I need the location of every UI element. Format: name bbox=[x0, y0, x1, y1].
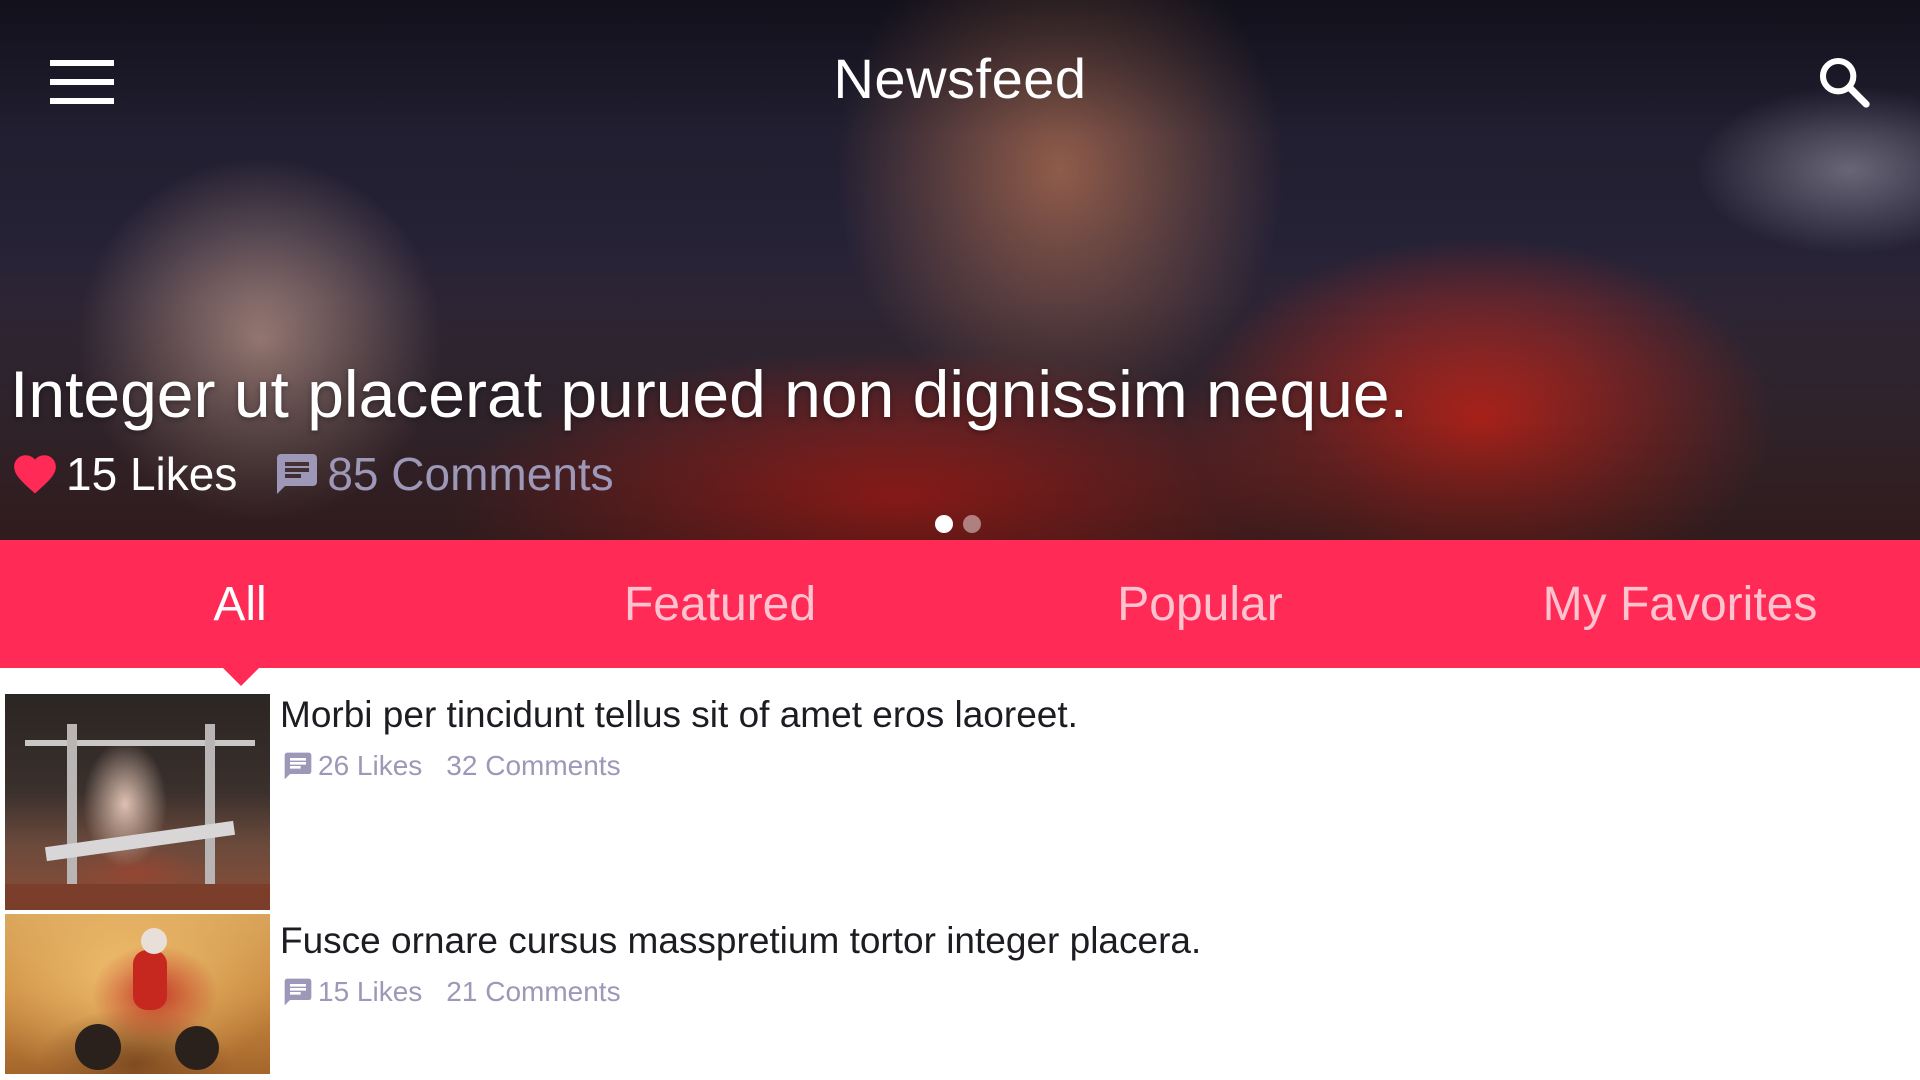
tab-popular[interactable]: Popular bbox=[960, 540, 1440, 668]
comment-icon bbox=[282, 750, 314, 782]
list-item-likes: 15 Likes bbox=[318, 976, 423, 1007]
hero-likes-count: 15 Likes bbox=[66, 448, 238, 500]
list-item[interactable]: Fusce ornare cursus masspretium tortor i… bbox=[0, 896, 1920, 1080]
hero-banner[interactable]: Newsfeed Integer ut placerat purued non … bbox=[0, 0, 1920, 540]
menu-icon[interactable] bbox=[50, 60, 114, 104]
newsfeed-app: Newsfeed Integer ut placerat purued non … bbox=[0, 0, 1920, 1080]
tab-my-favorites[interactable]: My Favorites bbox=[1440, 540, 1920, 668]
list-item-likes: 26 Likes bbox=[318, 750, 423, 781]
list-item-thumbnail bbox=[5, 694, 270, 910]
tab-featured[interactable]: Featured bbox=[480, 540, 960, 668]
tab-all[interactable]: All bbox=[0, 540, 480, 668]
list-item-meta: 15 Likes 21 Comments bbox=[282, 976, 621, 1008]
list-item-meta: 26 Likes 32 Comments bbox=[282, 750, 621, 782]
comment-icon bbox=[282, 976, 314, 1008]
list-item[interactable]: Morbi per tincidunt tellus sit of amet e… bbox=[0, 668, 1920, 910]
list-item-title[interactable]: Fusce ornare cursus masspretium tortor i… bbox=[280, 920, 1201, 962]
hero-headline[interactable]: Integer ut placerat purued non dignissim… bbox=[10, 356, 1408, 432]
carousel-dot-active[interactable] bbox=[935, 515, 953, 533]
list-item-comments: 21 Comments bbox=[446, 976, 621, 1007]
list-item-comments: 32 Comments bbox=[446, 750, 621, 781]
carousel-dot[interactable] bbox=[963, 515, 981, 533]
hero-comments-count: 85 Comments bbox=[327, 448, 614, 500]
heart-icon[interactable] bbox=[10, 449, 60, 499]
news-list: Morbi per tincidunt tellus sit of amet e… bbox=[0, 668, 1920, 1080]
search-icon[interactable] bbox=[1816, 54, 1872, 110]
comment-icon[interactable] bbox=[273, 450, 321, 498]
app-title: Newsfeed bbox=[833, 47, 1087, 110]
category-tabs: All Featured Popular My Favorites bbox=[0, 540, 1920, 668]
list-item-title[interactable]: Morbi per tincidunt tellus sit of amet e… bbox=[280, 694, 1078, 736]
list-item-thumbnail bbox=[5, 914, 270, 1074]
hero-meta: 15 Likes 85 Comments bbox=[10, 446, 614, 502]
carousel-indicators bbox=[935, 515, 981, 533]
